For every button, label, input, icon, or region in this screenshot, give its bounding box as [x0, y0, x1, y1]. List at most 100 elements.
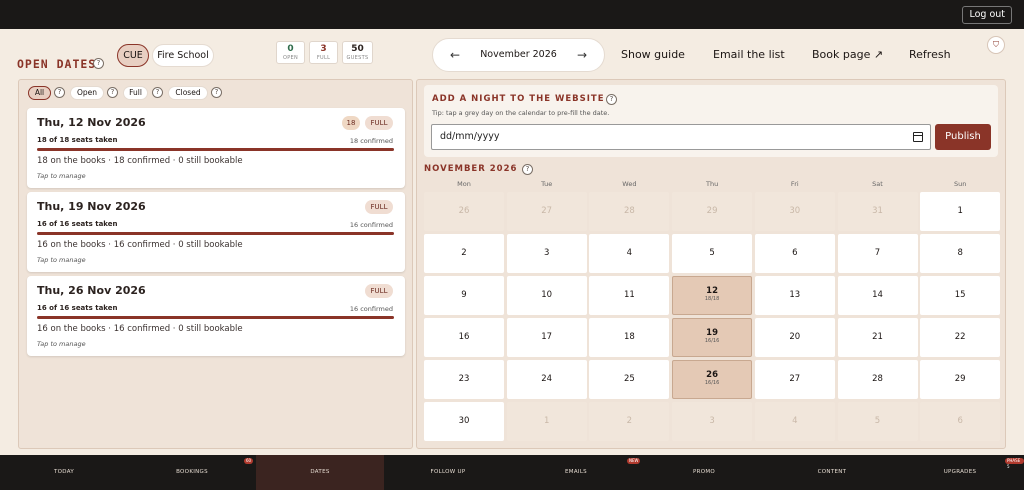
- stat-full: 3 FULL: [309, 41, 338, 64]
- status-badge: FULL: [365, 116, 393, 130]
- seats-taken: 16 of 16 seats taken: [37, 304, 118, 312]
- next-month-button[interactable]: →: [577, 48, 587, 62]
- calendar-day[interactable]: 9: [424, 276, 504, 315]
- help-icon[interactable]: ?: [93, 58, 104, 69]
- day-number: 21: [872, 332, 883, 342]
- calendar-day-outside: 4: [754, 402, 835, 441]
- help-icon[interactable]: ?: [152, 87, 163, 98]
- help-icon[interactable]: ?: [54, 87, 65, 98]
- day-number: 7: [874, 248, 881, 258]
- filter-all[interactable]: All: [28, 86, 51, 100]
- calendar-day-booked[interactable]: 12 18/18: [672, 276, 753, 315]
- help-icon[interactable]: ?: [522, 164, 533, 175]
- page-title: OPEN DATES: [17, 57, 97, 71]
- event-card[interactable]: Thu, 12 Nov 2026 18 FULL 18 of 18 seats …: [27, 108, 405, 188]
- calendar-day[interactable]: 6: [754, 234, 835, 273]
- day-number: 14: [872, 290, 883, 300]
- status-badge: FULL: [365, 284, 393, 298]
- calendar-day[interactable]: 11: [589, 276, 670, 315]
- email-list-link[interactable]: Email the list: [713, 48, 785, 61]
- calendar-day[interactable]: 15: [920, 276, 1001, 315]
- nav-content[interactable]: CONTENT: [768, 455, 896, 490]
- nav-dates[interactable]: DATES: [256, 455, 384, 490]
- calendar-day[interactable]: 22: [920, 318, 1001, 357]
- day-number: 5: [874, 416, 881, 426]
- calendar-icon[interactable]: [913, 132, 923, 142]
- nav-bookings[interactable]: BOOKINGS: [128, 455, 256, 490]
- calendar-day[interactable]: 4: [589, 234, 670, 273]
- day-number: 18: [623, 332, 635, 342]
- event-date: Thu, 12 Nov 2026: [37, 116, 146, 129]
- month-navigator: ← November 2026 →: [432, 38, 605, 72]
- shield-icon[interactable]: ⛉: [987, 36, 1005, 54]
- filter-closed[interactable]: Closed: [168, 86, 208, 100]
- calendar-day[interactable]: 13: [754, 276, 835, 315]
- day-number: 23: [458, 374, 470, 384]
- capacity-bar: [37, 316, 394, 319]
- day-number: 27: [541, 206, 553, 216]
- nav-today[interactable]: TODAY: [0, 455, 128, 490]
- filter-open[interactable]: Open: [70, 86, 104, 100]
- calendar-day[interactable]: 25: [589, 360, 670, 399]
- site-chip-fire-school[interactable]: Fire School: [152, 44, 214, 67]
- calendar-day[interactable]: 27: [754, 360, 835, 399]
- site-chip-cue[interactable]: CUE: [117, 44, 149, 67]
- calendar-day[interactable]: 30: [424, 402, 504, 441]
- day-number: 28: [623, 206, 635, 216]
- calendar-day-outside: 26: [424, 192, 504, 231]
- logout-button[interactable]: Log out: [962, 6, 1012, 24]
- refresh-link[interactable]: Refresh: [909, 48, 951, 61]
- calendar-day[interactable]: 3: [506, 234, 587, 273]
- calendar-day[interactable]: 1: [920, 192, 1001, 231]
- calendar-day-booked[interactable]: 26 16/16: [672, 360, 753, 399]
- capacity-bar: [37, 232, 394, 235]
- nav-emails[interactable]: EMAILS: [512, 455, 640, 490]
- calendar-day[interactable]: 24: [506, 360, 587, 399]
- calendar-day[interactable]: 2: [424, 234, 504, 273]
- day-number: 30: [789, 206, 801, 216]
- stat-full-label: FULL: [316, 55, 331, 61]
- event-card[interactable]: Thu, 19 Nov 2026 FULL 16 of 16 seats tak…: [27, 192, 405, 272]
- day-number: 16: [458, 332, 470, 342]
- weekday-header: Sat: [872, 180, 883, 188]
- nav-follow-up[interactable]: FOLLOW UP: [384, 455, 512, 490]
- capacity-bar: [37, 148, 394, 151]
- day-number: 31: [872, 206, 883, 216]
- confirmed-count: 16 confirmed: [349, 305, 393, 313]
- weekday-header: Fri: [790, 180, 799, 188]
- book-page-link[interactable]: Book page ↗: [812, 48, 883, 61]
- filter-full[interactable]: Full: [123, 86, 148, 100]
- help-icon[interactable]: ?: [107, 87, 118, 98]
- calendar-day[interactable]: 18: [589, 318, 670, 357]
- calendar-day[interactable]: 5: [672, 234, 753, 273]
- calendar-day-outside: 28: [589, 192, 670, 231]
- publish-button[interactable]: Publish: [935, 124, 991, 150]
- nav-promo[interactable]: PROMO: [640, 455, 768, 490]
- calendar-day[interactable]: 10: [506, 276, 587, 315]
- calendar-day[interactable]: 28: [837, 360, 918, 399]
- day-number: 2: [461, 248, 467, 258]
- calendar-day[interactable]: 7: [837, 234, 918, 273]
- day-number: 1: [543, 416, 550, 426]
- help-icon[interactable]: ?: [606, 94, 617, 105]
- calendar-day[interactable]: 29: [920, 360, 1001, 399]
- show-guide-link[interactable]: Show guide: [621, 48, 685, 61]
- weekday-header: Thu: [705, 180, 719, 188]
- booking-summary: 16 on the books · 16 confirmed · 0 still…: [37, 240, 243, 250]
- calendar-day[interactable]: 17: [506, 318, 587, 357]
- calendar-day[interactable]: 20: [754, 318, 835, 357]
- calendar-day-outside: 2: [589, 402, 670, 441]
- event-card[interactable]: Thu, 26 Nov 2026 FULL 16 of 16 seats tak…: [27, 276, 405, 356]
- help-icon[interactable]: ?: [211, 87, 222, 98]
- calendar-day-booked[interactable]: 19 16/16: [672, 318, 753, 357]
- calendar-day[interactable]: 14: [837, 276, 918, 315]
- calendar-day[interactable]: 23: [424, 360, 504, 399]
- calendar-day[interactable]: 21: [837, 318, 918, 357]
- day-number: 29: [706, 206, 718, 216]
- day-capacity: 18/18: [704, 296, 720, 302]
- calendar-day[interactable]: 8: [920, 234, 1001, 273]
- day-capacity: 16/16: [704, 338, 720, 344]
- calendar-day[interactable]: 16: [424, 318, 504, 357]
- date-input[interactable]: dd/mm/yyyy: [431, 124, 931, 150]
- stat-open-label: OPEN: [282, 55, 299, 61]
